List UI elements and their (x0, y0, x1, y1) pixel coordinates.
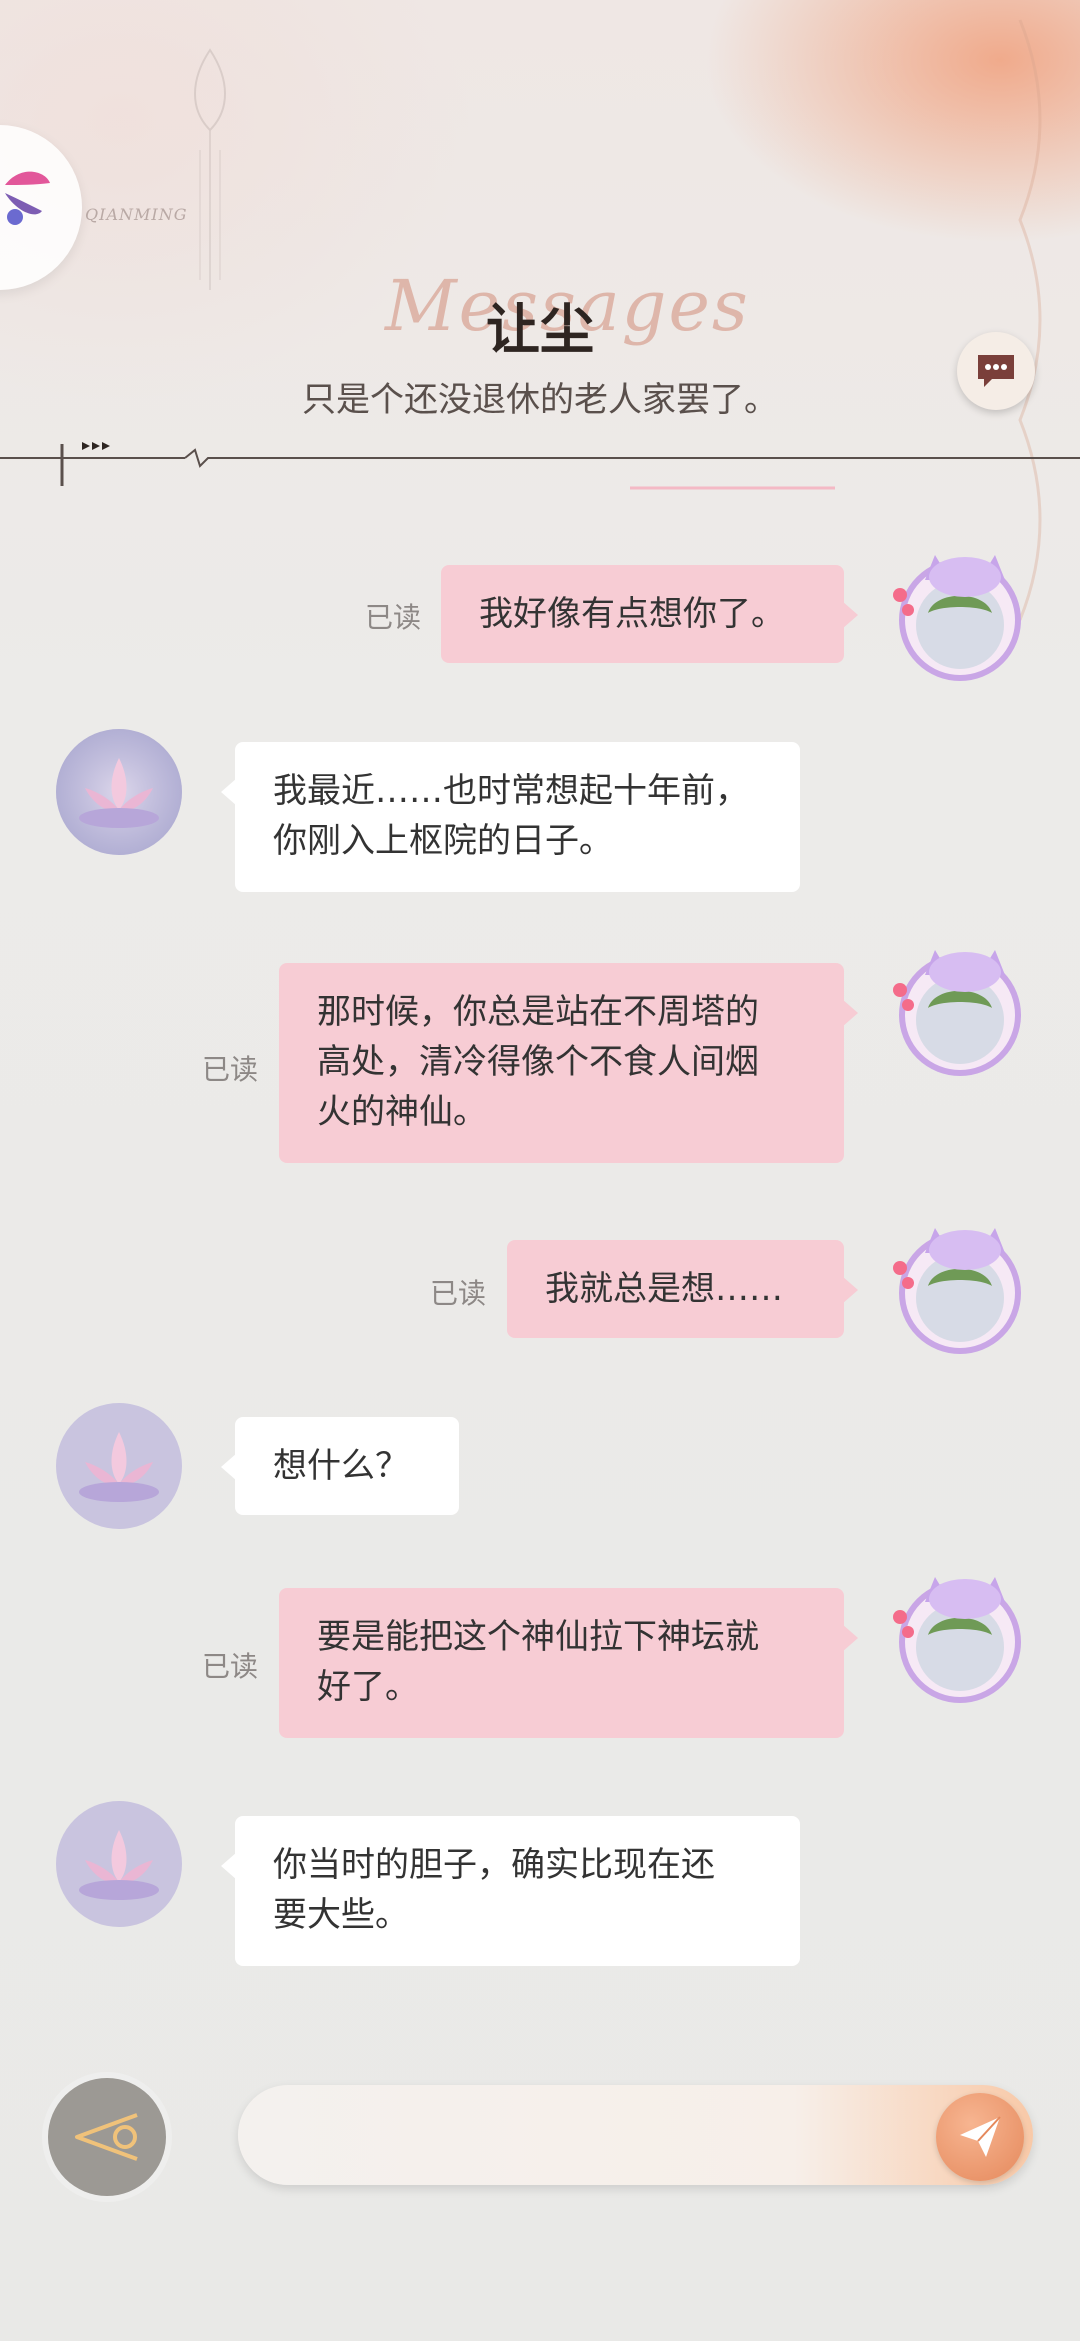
logo-text: QIANMING (85, 205, 188, 224)
message-line: 好了。 (317, 1667, 419, 1707)
my-avatar[interactable] (880, 1208, 1030, 1358)
petal-logo-icon (5, 171, 50, 225)
message-line: 想什么？ (273, 1446, 409, 1486)
page-title: 让尘 (486, 297, 594, 361)
speech-bubble-icon (978, 355, 1014, 387)
send-button[interactable] (936, 2093, 1024, 2181)
message-line: 你刚入上枢院的日子。 (273, 821, 613, 861)
read-receipt: 已读 (430, 1277, 487, 1310)
back-button[interactable] (48, 2078, 166, 2196)
contact-avatar[interactable] (55, 728, 183, 856)
message-bubble-incoming[interactable]: 我最近……也时常想起十年前， 你刚入上枢院的日子。 (221, 742, 800, 892)
contact-signature: 只是个还没退休的老人家罢了。 (302, 380, 778, 420)
message-line: 你当时的胆子，确实比现在还 (273, 1845, 715, 1885)
tassel-ornament-icon (194, 48, 226, 290)
message-bubble-outgoing[interactable]: 要是能把这个神仙拉下神坛就 好了。 (279, 1588, 858, 1738)
message-line: 要是能把这个神仙拉下神坛就 (317, 1617, 759, 1657)
message-line: 我就总是想…… (545, 1269, 783, 1309)
message-bubble-incoming[interactable]: 想什么？ (221, 1417, 459, 1515)
message-bubble-outgoing[interactable]: 我就总是想…… (507, 1240, 858, 1338)
message-line: 火的神仙。 (317, 1092, 487, 1132)
chat-menu-button[interactable] (957, 332, 1035, 410)
message-input-container (238, 2085, 1033, 2185)
message-bubble-outgoing[interactable]: 我好像有点想你了。 (441, 565, 858, 663)
header-divider (0, 442, 1080, 490)
my-avatar[interactable] (880, 535, 1030, 685)
paper-plane-icon (960, 2116, 1001, 2157)
message-line: 我最近……也时常想起十年前， (273, 771, 749, 811)
contact-avatar[interactable] (55, 1800, 183, 1928)
back-triangle-icon (75, 2113, 138, 2161)
message-line: 我好像有点想你了。 (479, 594, 785, 634)
read-receipt: 已读 (202, 1650, 259, 1683)
message-bubble-outgoing[interactable]: 那时候，你总是站在不周塔的 高处，清冷得像个不食人间烟 火的神仙。 (279, 963, 858, 1163)
message-line: 高处，清冷得像个不食人间烟 (317, 1042, 759, 1082)
read-receipt: 已读 (365, 601, 422, 634)
message-bubble-incoming[interactable]: 你当时的胆子，确实比现在还 要大些。 (221, 1816, 800, 1966)
read-receipt: 已读 (202, 1053, 259, 1086)
my-avatar[interactable] (880, 1557, 1030, 1707)
my-avatar[interactable] (880, 930, 1030, 1080)
message-input[interactable] (268, 2110, 872, 2162)
contact-avatar[interactable] (55, 1402, 183, 1530)
message-line: 那时候，你总是站在不周塔的 (317, 992, 759, 1032)
message-line: 要大些。 (273, 1895, 409, 1935)
